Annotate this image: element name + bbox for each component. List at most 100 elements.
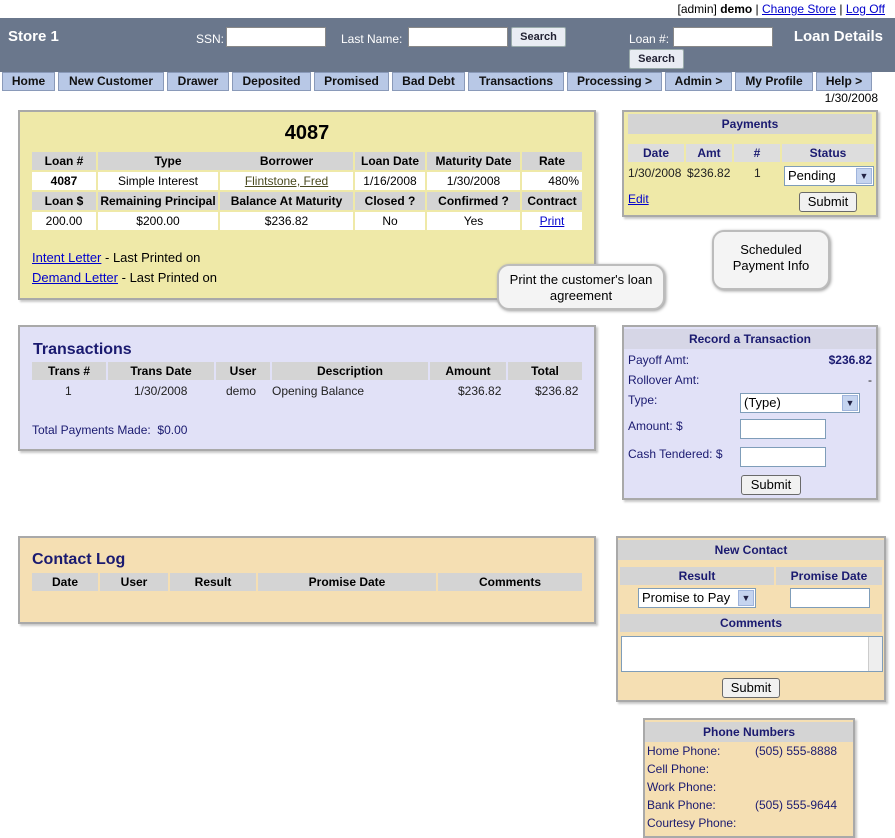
contact-result-value: Promise to Pay xyxy=(642,590,731,605)
transactions-title: Transactions xyxy=(33,341,132,358)
search-loan-button[interactable]: Search xyxy=(629,49,684,69)
trans-description: Opening Balance xyxy=(272,384,365,398)
print-callout: Print the customer's loan agreement xyxy=(497,264,665,310)
col-loan-number: Loan # xyxy=(32,152,96,170)
new-contact-title: New Contact xyxy=(618,540,884,560)
cash-tendered-label: Cash Tendered: $ xyxy=(628,447,723,461)
app-header: Store 1 SSN: Last Name: Search Loan #: S… xyxy=(0,18,895,72)
nav-drawer[interactable]: Drawer xyxy=(167,72,229,91)
col-type: Type xyxy=(98,152,238,170)
loan-type-cell: Simple Interest xyxy=(98,172,218,190)
trans-date: 1/30/2008 xyxy=(134,384,188,398)
trans-col-amount: Amount xyxy=(430,362,506,380)
trans-total: $236.82 xyxy=(535,384,579,398)
username: demo xyxy=(720,2,753,16)
nav-admin[interactable]: Admin > xyxy=(665,72,732,91)
borrower-link[interactable]: Flintstone, Fred xyxy=(245,174,328,188)
search-name-button[interactable]: Search xyxy=(511,27,566,47)
payoff-label: Payoff Amt: xyxy=(628,353,690,367)
work-phone-label: Work Phone: xyxy=(647,780,717,794)
pay-col-number: # xyxy=(734,144,780,162)
nav-new-customer[interactable]: New Customer xyxy=(58,72,164,91)
new-contact-panel: New Contact Result Promise Date Promise … xyxy=(616,536,886,702)
print-contract-link[interactable]: Print xyxy=(540,214,565,228)
col-maturity-date: Maturity Date xyxy=(427,152,520,170)
contact-col-result: Result xyxy=(170,573,256,591)
payment-number: 1 xyxy=(754,166,761,180)
comments-scrollbar[interactable] xyxy=(868,637,882,671)
contact-submit-button[interactable]: Submit xyxy=(722,678,780,698)
logoff-link[interactable]: Log Off xyxy=(846,2,885,16)
col-balance-at-maturity: Balance At Maturity xyxy=(220,192,353,210)
scheduled-callout: Scheduled Payment Info xyxy=(712,230,830,290)
loan-number-input[interactable] xyxy=(673,27,773,47)
cell-phone-label: Cell Phone: xyxy=(647,762,710,776)
record-submit-button[interactable]: Submit xyxy=(741,475,801,495)
nav-processing[interactable]: Processing > xyxy=(567,72,662,91)
contact-log-title: Contact Log xyxy=(32,551,126,568)
nav-help[interactable]: Help > xyxy=(816,72,872,91)
closed-cell: No xyxy=(355,212,425,230)
col-closed: Closed ? xyxy=(355,192,425,210)
comments-textarea[interactable] xyxy=(621,636,883,672)
payment-submit-button[interactable]: Submit xyxy=(799,192,857,212)
nav-my-profile[interactable]: My Profile xyxy=(735,72,813,91)
contact-col-date: Date xyxy=(32,573,98,591)
trans-col-total: Total xyxy=(508,362,582,380)
trans-col-user: User xyxy=(216,362,270,380)
demand-letter-status: - Last Printed on xyxy=(121,270,218,285)
col-loan-date: Loan Date xyxy=(355,152,425,170)
promise-date-input[interactable] xyxy=(790,588,870,608)
last-name-input[interactable] xyxy=(408,27,508,47)
promise-date-header: Promise Date xyxy=(776,567,882,585)
payoff-value: $236.82 xyxy=(828,353,872,367)
bank-phone-label: Bank Phone: xyxy=(647,798,716,812)
amount-input[interactable] xyxy=(740,419,826,439)
col-rate: Rate xyxy=(522,152,582,170)
borrower-cell: Flintstone, Fred xyxy=(220,172,353,190)
current-date: 1/30/2008 xyxy=(824,91,878,105)
cash-tendered-input[interactable] xyxy=(740,447,826,467)
trans-col-date: Trans Date xyxy=(108,362,214,380)
col-confirmed: Confirmed ? xyxy=(427,192,520,210)
nav-promised[interactable]: Promised xyxy=(314,72,389,91)
record-transaction-panel: Record a Transaction Payoff Amt: $236.82… xyxy=(622,325,878,500)
payment-amount: $236.82 xyxy=(687,166,731,180)
loan-number-label: Loan #: xyxy=(629,32,670,46)
amount-label: Amount: $ xyxy=(628,419,683,433)
contact-col-comments: Comments xyxy=(438,573,582,591)
contact-result-select[interactable]: Promise to Pay ▼ xyxy=(638,588,756,608)
nav-deposited[interactable]: Deposited xyxy=(232,72,311,91)
confirmed-cell: Yes xyxy=(427,212,520,230)
change-store-link[interactable]: Change Store xyxy=(762,2,836,16)
ssn-input[interactable] xyxy=(226,27,326,47)
loan-date-cell: 1/16/2008 xyxy=(355,172,425,190)
nav-bad-debt[interactable]: Bad Debt xyxy=(392,72,465,91)
phone-numbers-panel: Phone Numbers Home Phone: (505) 555-8888… xyxy=(643,718,855,838)
chevron-down-icon: ▼ xyxy=(842,395,858,411)
trans-amount: $236.82 xyxy=(458,384,502,398)
intent-letter-row: Intent Letter - Last Printed on xyxy=(32,250,200,265)
last-name-label: Last Name: xyxy=(341,32,403,46)
transactions-panel: Transactions Trans # Trans Date User Des… xyxy=(18,325,596,451)
main-nav: Home New Customer Drawer Deposited Promi… xyxy=(0,72,895,91)
phone-numbers-title: Phone Numbers xyxy=(645,722,853,742)
store-name: Store 1 xyxy=(8,28,59,45)
demand-letter-row: Demand Letter - Last Printed on xyxy=(32,270,217,285)
col-borrower: Borrower xyxy=(220,152,353,170)
payment-status-select[interactable]: Pending ▼ xyxy=(784,166,874,186)
chevron-down-icon: ▼ xyxy=(856,168,872,184)
nav-home[interactable]: Home xyxy=(2,72,55,91)
trans-number: 1 xyxy=(65,384,72,398)
transaction-type-select[interactable]: (Type) ▼ xyxy=(740,393,860,413)
chevron-down-icon: ▼ xyxy=(738,590,754,606)
contact-col-user: User xyxy=(100,573,168,591)
demand-letter-link[interactable]: Demand Letter xyxy=(32,270,118,285)
nav-transactions[interactable]: Transactions xyxy=(468,72,564,91)
loan-number-heading: 4087 xyxy=(284,122,330,144)
intent-letter-status: - Last Printed on xyxy=(105,250,201,265)
contact-col-promise-date: Promise Date xyxy=(258,573,436,591)
page-title: Loan Details xyxy=(793,28,883,45)
payment-edit-link[interactable]: Edit xyxy=(628,192,649,206)
intent-letter-link[interactable]: Intent Letter xyxy=(32,250,101,265)
